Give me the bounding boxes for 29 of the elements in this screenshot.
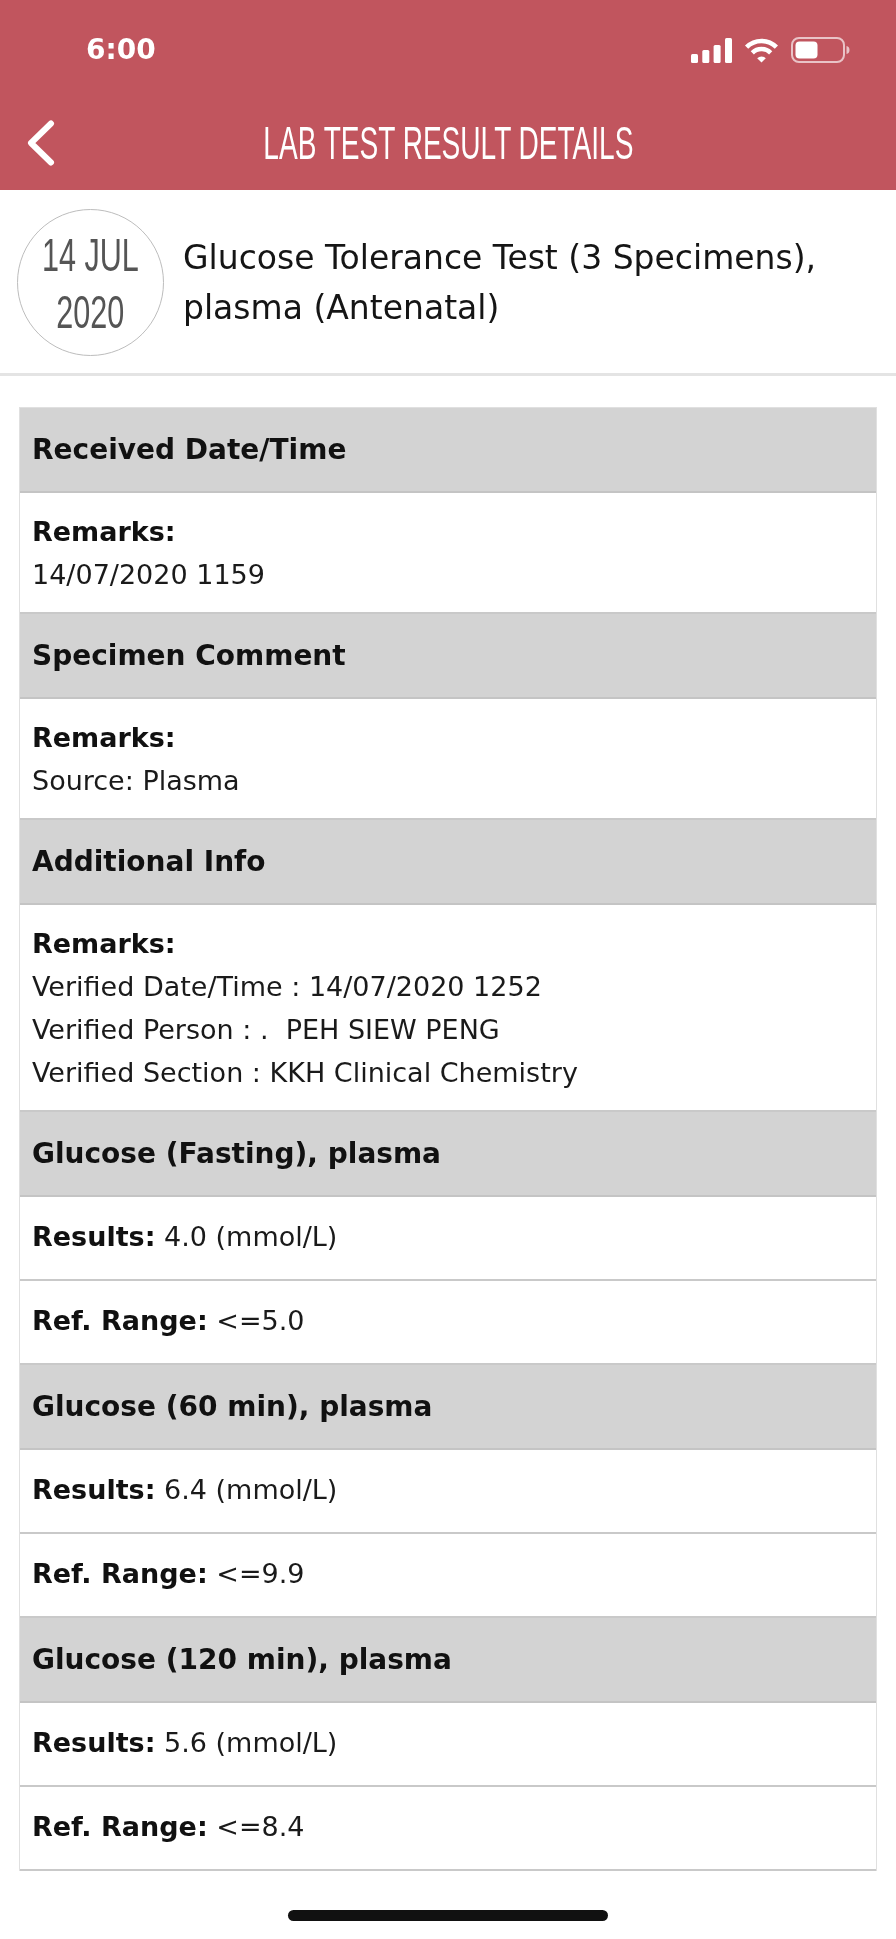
date-day-month: 14 JUL [42,226,139,283]
back-icon[interactable] [27,120,55,166]
remarks-label: Remarks: [32,927,177,961]
wifi-icon [744,37,779,63]
section-heading: Received Date/Time [20,408,876,493]
result-text: Ref. Range: <=9.9 [32,1558,305,1589]
result-text: Ref. Range: <=5.0 [32,1305,305,1336]
result-text: Results: 5.6 (mmol/L) [32,1727,338,1758]
result-text: Results: 6.4 (mmol/L) [32,1474,338,1505]
remarks-label: Remarks: [32,515,177,549]
date-year: 2020 [56,283,125,340]
screen-title: LAB TEST RESULT DETAILS [262,118,634,168]
section-heading: Specimen Comment [20,614,876,699]
section-heading: Additional Info [20,820,876,905]
remarks-text: Verified Section : KKH Clinical Chemistry [32,1056,579,1090]
result-text: Results: 4.0 (mmol/L) [32,1221,338,1252]
battery-icon [791,37,850,63]
remarks-text: 14/07/2020 1159 [32,558,266,592]
status-time: 6:00 [86,33,156,67]
result-text: Ref. Range: <=8.4 [32,1811,305,1842]
signal-icon [691,37,732,63]
section-heading: Glucose (Fasting), plasma [20,1112,876,1197]
remarks-text: Verified Person : . PEH SIEW PENG [32,1013,501,1047]
remarks-text: Source: Plasma [32,764,241,798]
test-title: Glucose Tolerance Test (3 Specimens), plasma (Antenatal) [183,236,818,329]
section-heading: Glucose (60 min), plasma [20,1365,876,1450]
remarks-text: Verified Date/Time : 14/07/2020 1252 [32,970,543,1004]
remarks-label: Remarks: [32,721,177,755]
section-heading: Glucose (120 min), plasma [20,1618,876,1703]
